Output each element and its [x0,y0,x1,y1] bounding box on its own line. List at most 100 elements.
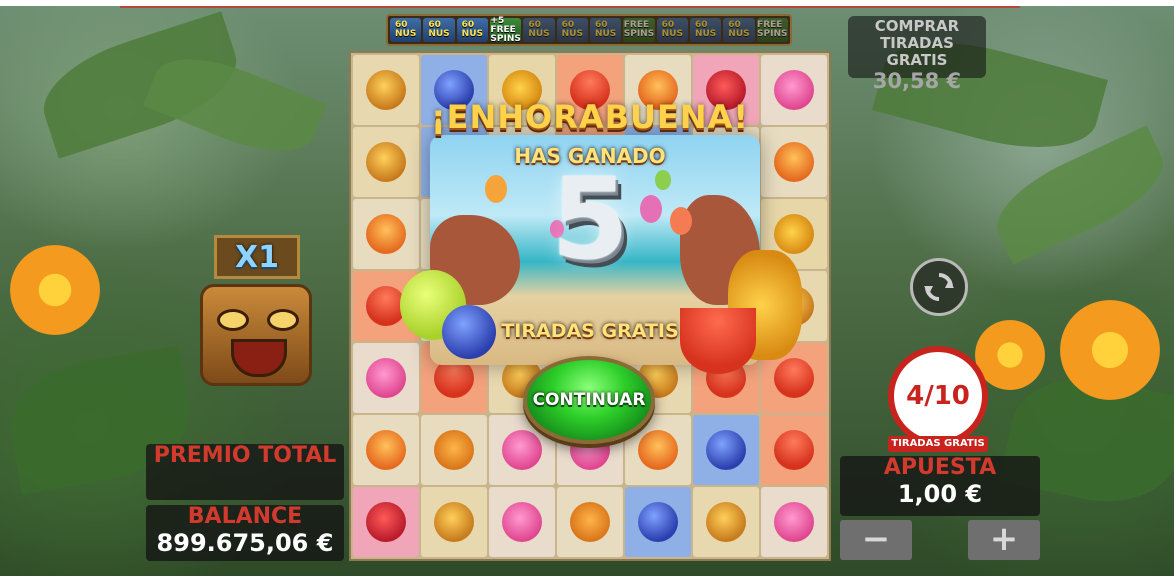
balance-value: 899.675,06 € [156,529,334,557]
blueberry-icon [502,214,542,254]
grid-cell [489,271,555,341]
grid-cell [693,55,759,125]
watermelon-icon [774,430,814,470]
blueberry-icon [434,142,474,182]
tiki-eye [267,309,299,331]
grid-cell [421,415,487,485]
grid-cell [761,487,827,557]
bonus-ticker: 60 NUS 60 NUS 60 NUS +5 FREE SPINS 60 NUS 60 … [386,14,792,46]
glasses-icon [570,502,610,542]
cocktail-icon [434,214,474,254]
orange-flower-left [10,245,100,335]
grid-cell [557,127,623,197]
glasses-icon [706,142,746,182]
window-top-border [0,0,1174,8]
grid-cell [421,271,487,341]
grid-cell [693,343,759,413]
balance-panel: BALANCE 899.675,06 € [146,505,344,561]
glasses-icon [434,430,474,470]
bet-increase-button[interactable]: + [968,520,1040,560]
blueberry-icon [638,142,678,182]
watermelon-icon [774,358,814,398]
bet-panel: APUESTA 1,00 € [840,456,1040,516]
flamingo-icon [774,502,814,542]
glasses-icon [502,142,542,182]
cocktail-icon [774,142,814,182]
ticker-item: FREE SPINS [756,18,788,42]
orange-flower-right [1060,300,1160,400]
blueberry-icon [502,286,542,326]
continue-button[interactable]: CONTINUAR [523,356,655,444]
grid-cell [421,199,487,269]
grid-cell [761,199,827,269]
grid-cell [353,199,419,269]
muffin-icon [774,286,814,326]
reel-grid [349,51,831,561]
muffin-icon [638,214,678,254]
muffin-icon [706,502,746,542]
grid-cell [693,199,759,269]
strawberry-icon [706,70,746,110]
pineapple-icon [706,214,746,254]
watermelon-icon [434,358,474,398]
free-spins-counter-label: TIRADAS GRATIS [888,436,988,452]
cocktail-icon [366,214,406,254]
buy-free-spins-price: 30,58 € [872,69,962,93]
grid-cell [353,487,419,557]
blueberry-icon [434,70,474,110]
buy-free-spins-button[interactable]: COMPRAR TIRADAS GRATIS 30,58 € [848,16,986,93]
ticker-item: 60 NUS [656,18,688,42]
bet-title: APUESTA [883,455,997,480]
lime-icon [434,286,474,326]
pineapple-icon [502,70,542,110]
premio-total-panel: PREMIO TOTAL [146,444,344,500]
grid-cell [761,127,827,197]
pineapple-icon [774,214,814,254]
muffin-icon [434,502,474,542]
blueberry-icon [706,430,746,470]
bet-decrease-button[interactable]: − [840,520,912,560]
grid-cell [489,55,555,125]
grid-cell [353,415,419,485]
multiplier-badge: X1 [214,235,300,279]
watermelon-icon [706,358,746,398]
grid-cell [761,415,827,485]
ticker-item: 60 NUS [589,18,622,42]
watermelon-icon [570,70,610,110]
bet-value: 1,00 € [897,480,983,508]
grid-cell [557,271,623,341]
grid-cell [489,127,555,197]
grid-cell [693,415,759,485]
autoplay-button[interactable] [910,258,968,316]
ticker-item: 60 NUS [689,18,722,42]
autoplay-icon [924,273,954,301]
grid-cell [353,271,419,341]
grid-cell [557,55,623,125]
free-spins-counter: 4/10 [888,346,988,446]
watermelon-icon [366,286,406,326]
tiki-mouth [231,339,287,377]
ticker-item: 60 NUS [423,18,455,42]
grid-cell [625,199,691,269]
grid-cell [557,199,623,269]
premio-total-title: PREMIO TOTAL [153,443,337,468]
balance-title: BALANCE [187,504,303,529]
strawberry-icon [366,502,406,542]
grid-cell [761,271,827,341]
blueberry-icon [638,502,678,542]
tiki-mask-icon [200,284,312,386]
buy-free-spins-title: COMPRAR TIRADAS GRATIS [874,17,960,69]
flamingo-icon [366,358,406,398]
grid-cell [625,487,691,557]
grid-cell [693,271,759,341]
grid-cell [625,55,691,125]
grid-cell [693,487,759,557]
tiki-eye [217,309,249,331]
ticker-item: 60 NUS [723,18,755,42]
ticker-item: 60 NUS [523,18,555,42]
grid-cell [761,55,827,125]
grid-cell [489,199,555,269]
grid-cell [421,487,487,557]
flamingo-icon [774,70,814,110]
grid-cell [625,127,691,197]
